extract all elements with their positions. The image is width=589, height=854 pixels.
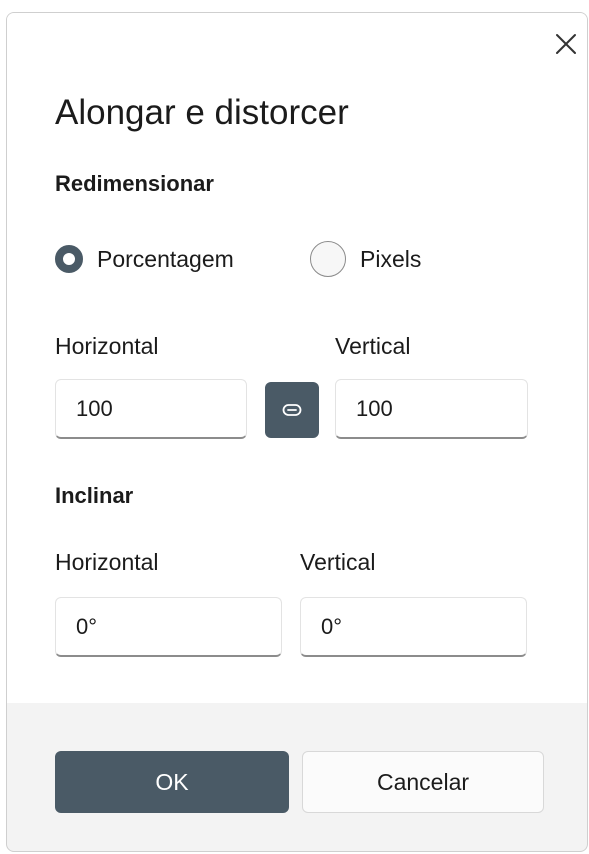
radio-percentage-indicator (55, 245, 83, 273)
resize-horizontal-label: Horizontal (55, 333, 159, 359)
link-aspect-button[interactable] (265, 382, 319, 438)
skew-horizontal-label: Horizontal (55, 549, 159, 575)
skew-vertical-input[interactable]: 0° (300, 597, 527, 657)
link-icon (282, 404, 302, 416)
stretch-skew-dialog: Alongar e distorcer Redimensionar Porcen… (6, 12, 588, 852)
radio-pixels-indicator (310, 241, 346, 277)
resize-horizontal-input[interactable]: 100 (55, 379, 247, 439)
resize-section-label: Redimensionar (55, 171, 214, 196)
resize-vertical-label: Vertical (335, 333, 411, 359)
dialog-title: Alongar e distorcer (55, 93, 349, 132)
radio-percentage[interactable]: Porcentagem (55, 245, 234, 273)
ok-button[interactable]: OK (55, 751, 289, 813)
dialog-content: Alongar e distorcer Redimensionar Porcen… (7, 13, 587, 703)
cancel-button[interactable]: Cancelar (302, 751, 544, 813)
radio-pixels[interactable]: Pixels (310, 241, 421, 277)
resize-vertical-input[interactable]: 100 (335, 379, 528, 439)
radio-pixels-label: Pixels (360, 245, 422, 272)
skew-section-label: Inclinar (55, 483, 134, 508)
close-button[interactable] (551, 29, 581, 59)
skew-vertical-label: Vertical (300, 549, 376, 575)
skew-horizontal-input[interactable]: 0° (55, 597, 282, 657)
radio-percentage-label: Porcentagem (97, 245, 234, 272)
close-icon (556, 34, 576, 54)
